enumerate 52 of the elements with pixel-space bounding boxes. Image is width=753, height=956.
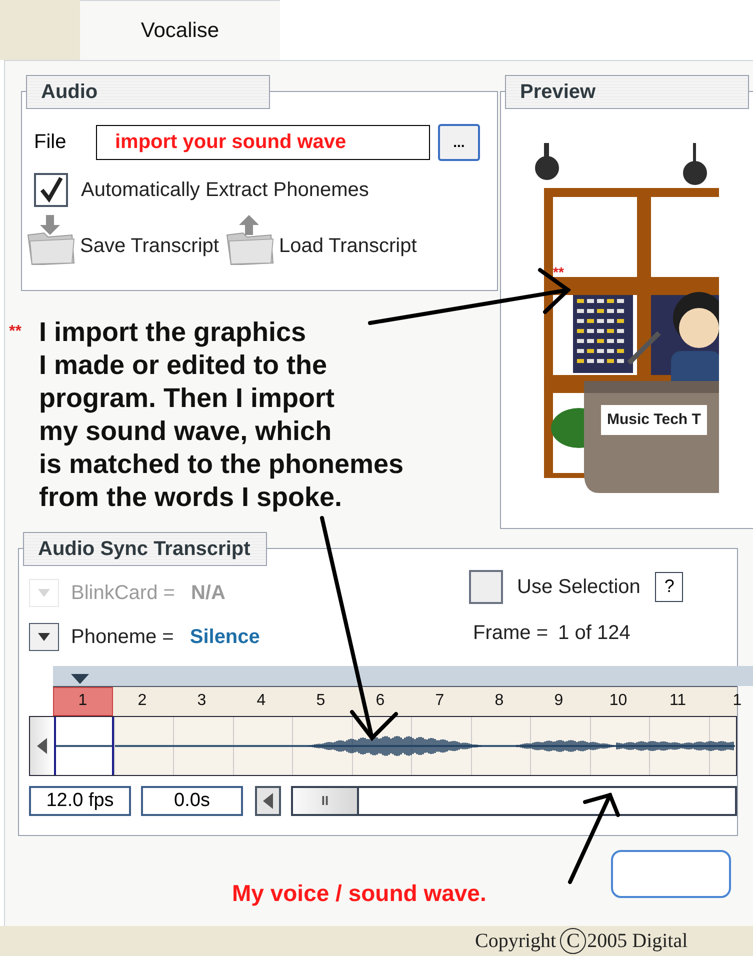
field-label: BlinkCard = bbox=[71, 580, 175, 606]
frame-number[interactable]: 7 bbox=[410, 686, 470, 716]
asterisk-marker: ** bbox=[553, 263, 564, 282]
caret-icon bbox=[38, 632, 50, 641]
checkbox-label: Automatically Extract Phonemes bbox=[81, 178, 369, 203]
transcript-button[interactable]: Save Transcript bbox=[26, 212, 219, 265]
checkbox[interactable] bbox=[34, 172, 68, 207]
frame-number[interactable]: 6 bbox=[350, 686, 410, 716]
time-field[interactable]: 0.0s bbox=[141, 786, 243, 816]
scrollbar[interactable]: II bbox=[291, 786, 737, 816]
callout-text: My voice / sound wave. bbox=[232, 878, 486, 908]
field-label: Phoneme = bbox=[71, 624, 174, 650]
transcript-button[interactable]: Load Transcript bbox=[224, 212, 417, 265]
file-label: File bbox=[34, 130, 68, 156]
asterisk-marker: ** bbox=[9, 322, 22, 342]
field-value: Silence bbox=[190, 624, 260, 650]
group-title: Audio Sync Transcript bbox=[23, 532, 267, 566]
file-field[interactable]: import your sound wave bbox=[96, 124, 430, 160]
frame-counter: 1 of 124 bbox=[558, 620, 630, 646]
frame-number[interactable]: 1 bbox=[53, 686, 112, 716]
left-arrow-icon bbox=[37, 738, 47, 754]
frame-number[interactable]: 11 bbox=[648, 686, 708, 716]
pause-button[interactable]: II bbox=[293, 788, 359, 814]
frame-number[interactable]: 10 bbox=[588, 686, 648, 716]
desk-sign: Music Tech T bbox=[601, 404, 707, 436]
left-arrow-icon bbox=[263, 792, 273, 809]
checkbox[interactable] bbox=[469, 570, 503, 604]
browse-button[interactable]: ... bbox=[438, 124, 480, 161]
frame-number[interactable]: 8 bbox=[470, 686, 529, 716]
action-button[interactable] bbox=[611, 850, 732, 898]
dropdown-button[interactable] bbox=[29, 622, 59, 651]
step-back-button[interactable] bbox=[255, 786, 281, 816]
field-value: N/A bbox=[190, 580, 226, 606]
frame-number[interactable]: 1 bbox=[708, 686, 753, 716]
check-icon bbox=[38, 176, 64, 204]
scroll-left-button[interactable] bbox=[30, 716, 54, 775]
caret-icon bbox=[38, 588, 50, 597]
group-title: Preview bbox=[505, 74, 749, 109]
frame-label: Frame = bbox=[473, 620, 548, 646]
help-button[interactable]: ? bbox=[655, 572, 684, 602]
copyright-text: Copyright C 2005 Digital bbox=[475, 927, 688, 956]
frame-number[interactable]: 4 bbox=[232, 686, 291, 716]
frame-number[interactable]: 2 bbox=[112, 686, 172, 716]
frame-number[interactable]: 3 bbox=[172, 686, 232, 716]
selected-frame-highlight[interactable] bbox=[54, 716, 114, 775]
frame-number[interactable]: 5 bbox=[291, 686, 350, 716]
tab[interactable]: Vocalise bbox=[80, 0, 280, 60]
frame-number[interactable]: 9 bbox=[529, 686, 588, 716]
group-title: Audio bbox=[26, 74, 270, 109]
annotation-text: I import the graphics I made or edited to the program. Then I import my sound wave, which is matched to the phonemes from the words I spoke. bbox=[39, 316, 404, 514]
checkbox-label: Use Selection bbox=[517, 574, 640, 600]
fps-field[interactable]: 12.0 fps bbox=[29, 786, 131, 816]
